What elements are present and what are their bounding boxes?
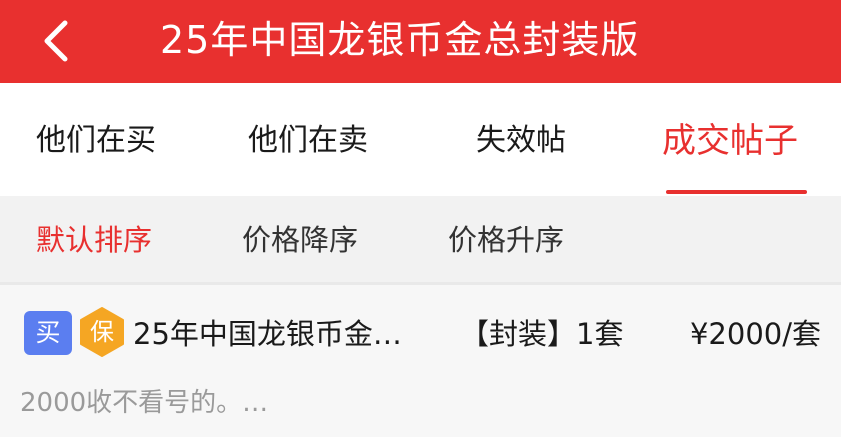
tab-completed-posts[interactable]: 成交帖子 [662,83,798,196]
top-app-bar: 25年中国龙银币金总封装版 [0,0,841,83]
listing-spec: 【封装】1套 [460,317,624,351]
list-item[interactable]: 买 保 25年中国龙银币金… 【封装】1套 ¥2000/套 2000收不看号的。… [0,285,841,437]
sort-bar: 默认排序 价格降序 价格升序 [0,196,841,282]
sort-price-desc[interactable]: 价格降序 [242,196,358,282]
sort-price-asc[interactable]: 价格升序 [448,196,564,282]
page-title: 25年中国龙银币金总封装版 [160,18,640,62]
listing-price: ¥2000/套 [689,317,821,351]
chevron-left-icon [44,20,68,62]
buy-badge: 买 [24,311,72,355]
tab-expired-posts[interactable]: 失效帖 [476,83,566,196]
tab-bar: 他们在买 他们在卖 失效帖 成交帖子 [0,83,841,196]
tab-they-buy[interactable]: 他们在买 [36,83,156,196]
back-button[interactable] [30,12,82,70]
guarantee-badge: 保 [78,307,126,357]
sort-default[interactable]: 默认排序 [36,196,152,282]
listing-title: 25年中国龙银币金… [133,317,402,351]
listing-note: 2000收不看号的。… [20,388,269,418]
guarantee-badge-label: 保 [90,318,114,346]
tab-they-sell[interactable]: 他们在卖 [248,83,368,196]
active-tab-indicator [666,190,807,194]
